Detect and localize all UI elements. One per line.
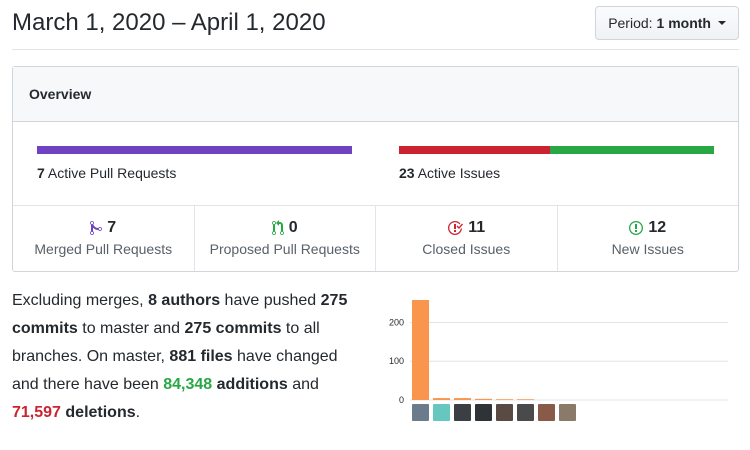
issue-closed-icon <box>447 220 464 236</box>
summary-text: have pushed <box>224 292 317 309</box>
issue-opened-icon <box>629 220 644 236</box>
stat-value: 12 <box>648 219 667 236</box>
active-pr-text: Active Pull Requests <box>47 165 177 181</box>
author-avatar <box>559 404 576 421</box>
author-avatar <box>517 404 534 421</box>
stat-label: Proposed Pull Requests <box>209 241 360 257</box>
summary-text: and <box>292 376 319 393</box>
summary-text: to master and <box>82 320 181 337</box>
author-avatar <box>454 404 471 421</box>
overview-panel: Overview 7 Active Pull Requests 23 Activ… <box>12 66 739 272</box>
stat-value: 0 <box>288 219 298 236</box>
active-pull-requests-link[interactable]: 7 Active Pull Requests <box>37 165 176 181</box>
overview-stats: 7 Merged Pull Requests 0 Proposed Pull R… <box>13 206 738 271</box>
deletions-count: 71,597 <box>12 404 61 421</box>
stat-new-issues[interactable]: 12 New Issues <box>558 206 739 271</box>
period-value: 1 month <box>656 15 711 31</box>
additions-count: 84,348 <box>163 376 213 393</box>
chart-bar <box>433 398 450 400</box>
issues-bar <box>399 146 714 154</box>
files-changed: 881 files <box>169 348 233 365</box>
git-pull-request-icon <box>271 220 284 236</box>
overview-header: Overview <box>13 67 738 122</box>
active-issues-count: 23 <box>399 165 415 181</box>
issues-bar-closed-segment <box>399 146 550 154</box>
overview-title: Overview <box>29 86 92 102</box>
summary-text: Excluding merges, <box>12 292 144 309</box>
stat-value: 7 <box>107 219 117 236</box>
chart-bar <box>496 399 513 400</box>
page-header: March 1, 2020 – April 1, 2020 Period: 1 … <box>12 0 739 50</box>
chart-y-tick-label: 200 <box>389 317 404 327</box>
active-issues-link[interactable]: 23 Active Issues <box>399 165 500 181</box>
issues-bar-open-segment <box>549 146 714 154</box>
active-issues-text: Active Issues <box>417 165 501 181</box>
page-title: March 1, 2020 – April 1, 2020 <box>12 9 326 36</box>
author-avatar <box>412 404 429 421</box>
pull-requests-bar <box>37 146 352 154</box>
additions-word: additions <box>216 376 288 393</box>
stat-label: Closed Issues <box>422 241 511 257</box>
deletions-word: deletions <box>65 404 136 421</box>
overview-bars: 7 Active Pull Requests 23 Active Issues <box>13 122 738 206</box>
summary-text: . <box>135 404 141 421</box>
active-pr-count: 7 <box>37 165 45 181</box>
chart-y-tick-label: 0 <box>399 395 404 405</box>
stat-closed-issues[interactable]: 11 Closed Issues <box>376 206 558 271</box>
chart-y-tick-label: 100 <box>389 356 404 366</box>
commit-summary: Excluding merges, 8 authors have pushed … <box>12 287 362 427</box>
contributors-bar-chart: 0 100 200 <box>389 300 728 421</box>
git-merge-icon <box>90 220 103 236</box>
chart-bar <box>517 399 534 400</box>
stat-label: New Issues <box>611 241 684 257</box>
caret-down-icon <box>718 21 726 25</box>
stat-proposed-pull-requests[interactable]: 0 Proposed Pull Requests <box>195 206 376 271</box>
stat-label: Merged Pull Requests <box>34 241 173 257</box>
author-avatar <box>496 404 513 421</box>
stat-merged-pull-requests[interactable]: 7 Merged Pull Requests <box>13 206 195 271</box>
chart-bar <box>475 398 492 400</box>
author-avatar <box>538 404 555 421</box>
authors-count: 8 authors <box>148 292 221 309</box>
chart-bar <box>412 300 429 400</box>
period-label: Period: <box>608 15 653 31</box>
author-avatar <box>475 404 492 421</box>
commits-to-all: 275 commits <box>184 320 282 337</box>
period-dropdown-button[interactable]: Period: 1 month <box>595 6 739 40</box>
chart-bar <box>454 398 471 400</box>
stat-value: 11 <box>468 219 486 236</box>
author-avatar <box>433 404 450 421</box>
